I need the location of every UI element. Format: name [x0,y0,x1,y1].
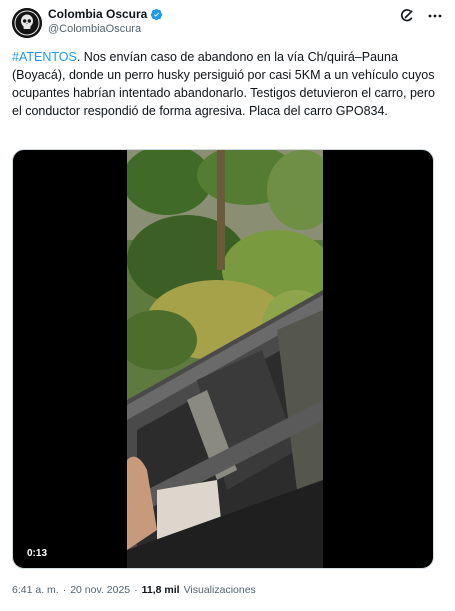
separator: · [134,584,138,596]
more-icon[interactable] [427,8,443,24]
author-handle[interactable]: @ColombiaOscura [48,22,163,37]
video-thumbnail [127,150,323,568]
separator: · [62,584,67,596]
author-name[interactable]: Colombia Oscura [48,7,147,22]
post-date[interactable]: 20 nov. 2025 [70,584,130,596]
views-label: Visualizaciones [183,584,256,596]
header-actions [399,8,443,24]
video-timestamp: 0:13 [23,547,52,560]
grok-icon[interactable] [399,8,415,24]
post-time[interactable]: 6:41 a. m. [12,584,59,596]
tweet-footer: 6:41 a. m. · 20 nov. 2025 · 11,8 mil Vis… [12,584,256,596]
tweet-header: Colombia Oscura @ColombiaOscura [12,6,443,40]
verified-badge-icon [150,8,163,21]
video-player[interactable]: 0:13 [12,149,434,569]
hashtag-link[interactable]: #ATENTOS [12,50,77,64]
skull-logo-icon [12,8,42,38]
avatar[interactable] [12,8,42,38]
views-count: 11,8 mil [141,584,180,596]
author-block: Colombia Oscura @ColombiaOscura [48,7,163,37]
tweet-card: Colombia Oscura @ColombiaOscura #ATENTOS… [0,0,455,611]
video-frame [127,150,323,568]
tweet-text: #ATENTOS. Nos envían caso de abandono en… [12,48,443,120]
